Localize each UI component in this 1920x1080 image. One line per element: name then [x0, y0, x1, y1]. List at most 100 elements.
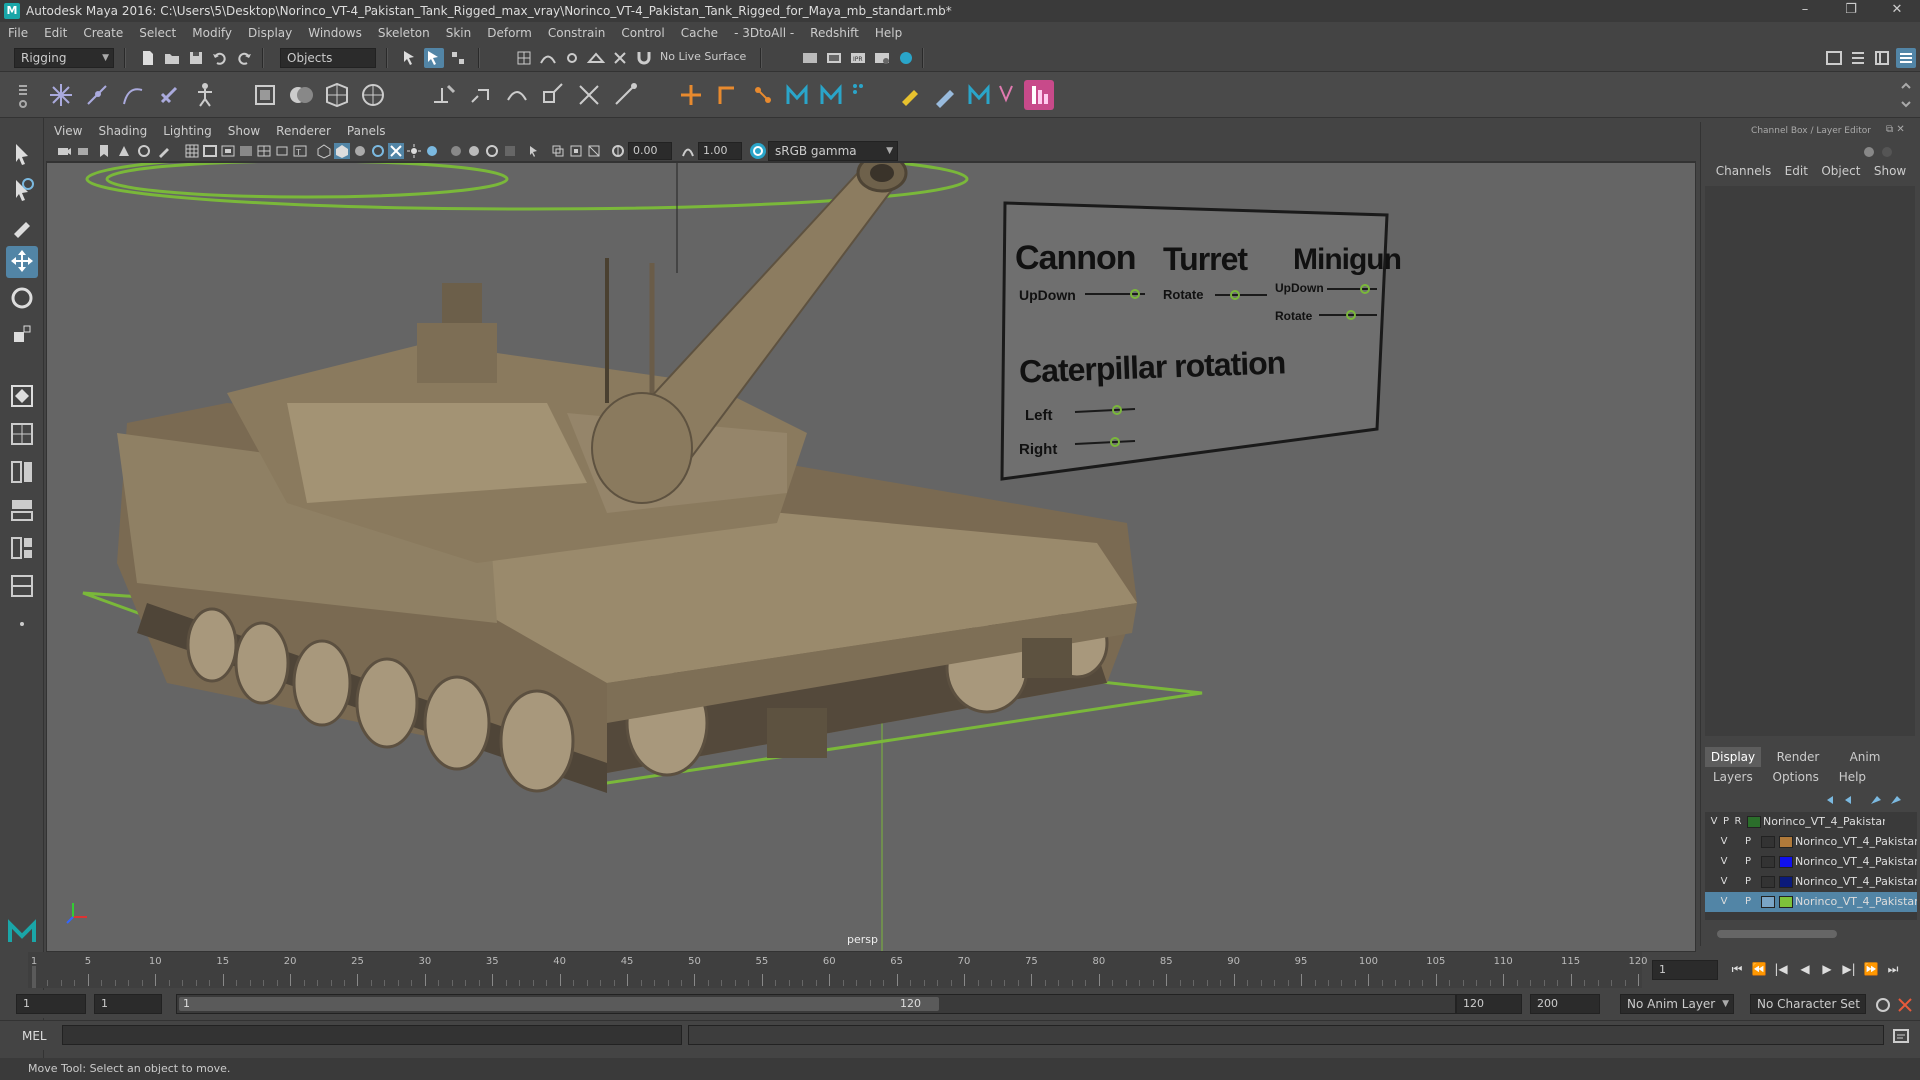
layer-visibility-toggle[interactable]: V [1717, 852, 1731, 872]
maximize-button[interactable]: ❐ [1828, 0, 1874, 22]
layout-two-icon[interactable] [6, 494, 38, 526]
xray-components-icon[interactable] [586, 143, 602, 159]
new-scene-icon[interactable] [138, 48, 158, 68]
exposure-icon[interactable] [610, 143, 626, 159]
shelf-tool-highlighted-icon[interactable] [1024, 80, 1054, 110]
last-tool-icon[interactable] [6, 380, 38, 412]
save-scene-icon[interactable] [186, 48, 206, 68]
auto-key-icon[interactable] [1874, 996, 1892, 1014]
layer-playback-toggle[interactable]: P [1741, 852, 1755, 872]
layer-playback-toggle[interactable]: P [1741, 892, 1755, 912]
playback-start-field[interactable]: 1 [94, 994, 162, 1014]
muscle-tool-icon[interactable] [996, 80, 1026, 110]
layer-color-swatch[interactable] [1779, 836, 1793, 848]
snap-point-icon[interactable] [562, 48, 582, 68]
cb-menu-edit[interactable]: Edit [1785, 164, 1808, 184]
layer-color-swatch[interactable] [1779, 856, 1793, 868]
blendshape-icon[interactable] [286, 80, 316, 110]
animation-end-field[interactable]: 200 [1530, 994, 1600, 1014]
go-to-start-button[interactable]: ⏮ [1728, 962, 1746, 978]
viewport-menu-renderer[interactable]: Renderer [276, 124, 331, 138]
play-backward-button[interactable]: ◀ [1796, 962, 1814, 978]
menu-create[interactable]: Create [83, 26, 123, 40]
layer-menu-layers[interactable]: Layers [1713, 770, 1753, 784]
resolution-gate-icon[interactable] [220, 143, 236, 159]
layout-four-icon[interactable] [6, 456, 38, 488]
layout-more-icon[interactable] [6, 608, 38, 640]
cb-menu-object[interactable]: Object [1821, 164, 1860, 184]
joint-tool-icon[interactable] [46, 80, 76, 110]
snap-view-plane-icon[interactable] [586, 48, 606, 68]
layer-empty-swatch[interactable] [1761, 856, 1775, 868]
viewport-3d[interactable]: Cannon Turret Minigun UpDown Rotate UpDo… [46, 162, 1696, 952]
menu-redshift[interactable]: Redshift [810, 26, 859, 40]
film-gate-icon[interactable] [202, 143, 218, 159]
layer-visibility-toggle[interactable]: V [1717, 892, 1731, 912]
parent-constraint-icon[interactable] [574, 80, 604, 110]
move-tool-icon[interactable] [6, 246, 38, 278]
orient-constraint-icon[interactable] [502, 80, 532, 110]
layer-scrollbar[interactable] [1705, 928, 1917, 940]
current-frame-field[interactable]: 1 [1652, 960, 1718, 980]
undo-icon[interactable] [210, 48, 230, 68]
exposure-field[interactable]: 0.00 [628, 142, 672, 160]
time-slider[interactable]: 1 5 10 15 20 25 30 35 40 45 50 55 60 65 70 75 80 85 90 95 10… [0, 952, 1920, 988]
ik-spline-icon[interactable] [118, 80, 148, 110]
character-set-dropdown[interactable]: No Character Set [1750, 994, 1866, 1014]
menu-display[interactable]: Display [248, 26, 292, 40]
channel-box-toggle-icon[interactable] [1896, 48, 1916, 68]
layer-empty-swatch[interactable] [1761, 836, 1775, 848]
step-forward-key-button[interactable]: ⏩ [1862, 962, 1880, 978]
select-hierarchy-icon[interactable] [400, 48, 420, 68]
current-frame-marker[interactable] [32, 966, 36, 988]
layer-reference-toggle[interactable]: R [1731, 812, 1745, 832]
shadows-icon[interactable] [424, 143, 440, 159]
layer-name[interactable]: Norinco_VT_4_Pakistan_ [1795, 832, 1917, 852]
anim-layer-dropdown[interactable]: No Anim Layer ▼ [1620, 994, 1734, 1014]
field-chart-icon[interactable] [256, 143, 272, 159]
layer-row[interactable]: V P Norinco_VT_4_Pakistan_ [1705, 832, 1917, 852]
layer-color-swatch[interactable] [1779, 876, 1793, 888]
gamma-icon[interactable] [680, 143, 696, 159]
menu-edit[interactable]: Edit [44, 26, 67, 40]
ik-handle-icon[interactable] [82, 80, 112, 110]
cb-menu-show[interactable]: Show [1874, 164, 1906, 184]
snap-grid-icon[interactable] [514, 48, 534, 68]
range-slider-thumb[interactable]: 1 120 [179, 997, 939, 1011]
layer-menu-help[interactable]: Help [1839, 770, 1866, 784]
minimize-button[interactable]: – [1782, 0, 1828, 22]
color-space-dropdown[interactable]: sRGB gamma ▼ [768, 141, 898, 161]
menu-skeleton[interactable]: Skeleton [378, 26, 430, 40]
layer-visibility-toggle[interactable]: V [1717, 872, 1731, 892]
menu-control[interactable]: Control [621, 26, 664, 40]
layer-menu-options[interactable]: Options [1773, 770, 1819, 784]
menu-help[interactable]: Help [875, 26, 902, 40]
wrap-deformer-icon[interactable] [358, 80, 388, 110]
layer-tab-anim[interactable]: Anim [1835, 747, 1895, 767]
rotate-tool-icon[interactable] [6, 282, 38, 314]
attribute-editor-icon[interactable] [1848, 48, 1868, 68]
magnet-icon[interactable] [634, 48, 654, 68]
menuset-dropdown[interactable]: Rigging ▼ [14, 48, 114, 68]
select-component-icon[interactable] [448, 48, 468, 68]
menu-3dtoall[interactable]: - 3DtoAll - [734, 26, 794, 40]
paint-select-tool-icon[interactable] [6, 210, 38, 242]
safe-action-icon[interactable] [274, 143, 290, 159]
point-constraint-icon[interactable] [430, 80, 460, 110]
snap-live-icon[interactable] [610, 48, 630, 68]
channel-toggle-icons[interactable] [1861, 144, 1901, 160]
viewport-menu-lighting[interactable]: Lighting [163, 124, 212, 138]
cb-menu-channels[interactable]: Channels [1716, 164, 1772, 184]
render-settings-icon[interactable] [800, 48, 820, 68]
camera-attr-icon[interactable] [76, 143, 92, 159]
open-scene-icon[interactable] [162, 48, 182, 68]
menu-cache[interactable]: Cache [681, 26, 718, 40]
layer-scrollbar-thumb[interactable] [1717, 930, 1837, 938]
paint-brush-icon[interactable] [930, 80, 960, 110]
redo-icon[interactable] [234, 48, 254, 68]
animation-preferences-icon[interactable] [1896, 996, 1914, 1014]
gate-mask-icon[interactable] [238, 143, 254, 159]
wireframe-icon[interactable] [316, 143, 332, 159]
2d-pan-icon[interactable] [136, 143, 152, 159]
lasso-tool-icon[interactable] [6, 174, 38, 206]
